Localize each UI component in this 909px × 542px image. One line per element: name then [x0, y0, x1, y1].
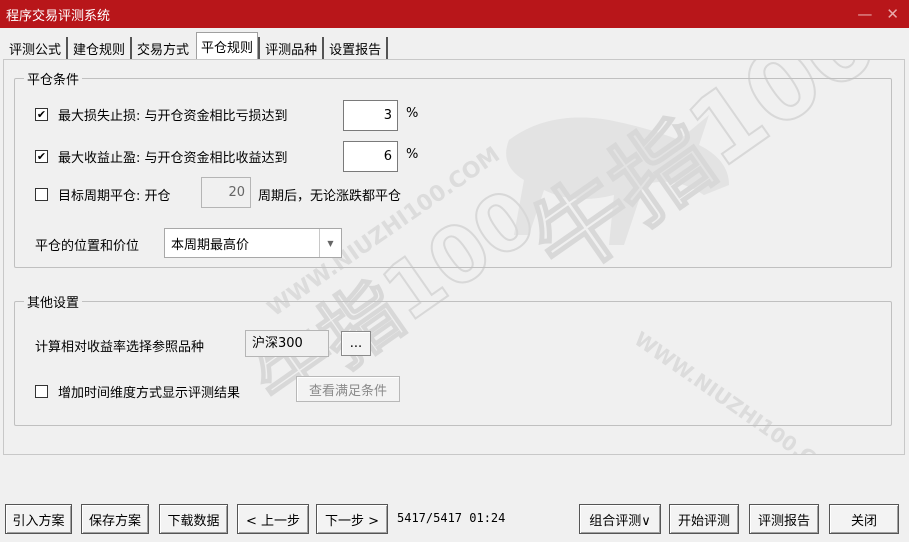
- max-loss-checkbox[interactable]: ✔: [35, 108, 48, 121]
- benchmark-label: 计算相对收益率选择参照品种: [35, 340, 205, 355]
- benchmark-browse-button[interactable]: ...: [341, 331, 371, 356]
- view-conditions-button[interactable]: 查看满足条件: [296, 376, 400, 402]
- next-step-button[interactable]: 下一步 >: [316, 504, 388, 534]
- tab-formula[interactable]: 评测公式: [4, 37, 69, 60]
- target-period-input[interactable]: 20: [201, 177, 251, 208]
- max-gain-input[interactable]: 6: [343, 141, 398, 172]
- time-dimension-label: 增加时间维度方式显示评测结果: [58, 386, 241, 401]
- tab-bar: 评测公式 建仓规则 交易方式 平仓规则 评测品种 设置报告: [0, 30, 909, 60]
- start-eval-button[interactable]: 开始评测: [669, 504, 739, 534]
- window-title: 程序交易评测系统: [6, 8, 111, 24]
- position-price-label: 平仓的位置和价位: [35, 239, 140, 254]
- tab-products[interactable]: 评测品种: [258, 37, 325, 60]
- max-gain-row: ✔ 最大收益止盈: 与开仓资金相比收益达到: [35, 147, 288, 166]
- title-bar: 程序交易评测系统 — ✕: [0, 0, 909, 28]
- minimize-icon[interactable]: —: [857, 6, 872, 22]
- position-price-select[interactable]: 本周期最高价 ▼: [164, 228, 342, 258]
- import-scheme-button[interactable]: 引入方案: [5, 504, 72, 534]
- close-rules-panel: 牛指100 牛指100 WWW.NIUZHI100.COM WWW.NIUZHI…: [3, 59, 905, 455]
- target-period-checkbox[interactable]: [35, 188, 48, 201]
- other-settings-group: [14, 301, 892, 426]
- max-loss-input[interactable]: 3: [343, 100, 398, 131]
- max-loss-label: 最大损失止损: 与开仓资金相比亏损达到: [58, 109, 288, 124]
- tab-close-rules[interactable]: 平仓规则: [196, 32, 259, 60]
- position-price-value: 本周期最高价: [171, 237, 250, 253]
- chevron-down-icon[interactable]: ▼: [319, 229, 341, 257]
- max-gain-unit: %: [406, 147, 419, 162]
- eval-report-button[interactable]: 评测报告: [749, 504, 819, 534]
- download-data-button[interactable]: 下载数据: [159, 504, 228, 534]
- max-gain-checkbox[interactable]: ✔: [35, 150, 48, 163]
- target-period-row: 目标周期平仓: 开仓: [35, 185, 171, 204]
- combo-eval-button[interactable]: 组合评测∨: [579, 504, 661, 534]
- other-settings-title: 其他设置: [24, 292, 83, 311]
- max-loss-unit: %: [406, 106, 419, 121]
- tab-trade-mode[interactable]: 交易方式: [132, 37, 194, 60]
- close-icon[interactable]: ✕: [886, 6, 899, 22]
- time-dimension-checkbox[interactable]: [35, 385, 48, 398]
- target-period-suffix: 周期后，无论涨跌都平仓: [258, 189, 402, 204]
- close-conditions-title: 平仓条件: [24, 69, 83, 88]
- bottom-toolbar: 引入方案 保存方案 下载数据 < 上一步 下一步 > 5417/5417 01:…: [0, 500, 909, 542]
- tab-open-rules[interactable]: 建仓规则: [68, 37, 133, 60]
- progress-status: 5417/5417 01:24: [397, 511, 506, 525]
- save-scheme-button[interactable]: 保存方案: [81, 504, 149, 534]
- time-dimension-row: 增加时间维度方式显示评测结果: [35, 382, 240, 401]
- close-button[interactable]: 关闭: [829, 504, 899, 534]
- target-period-label: 目标周期平仓: 开仓: [58, 189, 171, 204]
- max-gain-label: 最大收益止盈: 与开仓资金相比收益达到: [58, 151, 288, 166]
- max-loss-row: ✔ 最大损失止损: 与开仓资金相比亏损达到: [35, 105, 288, 124]
- prev-step-button[interactable]: < 上一步: [237, 504, 309, 534]
- tab-report-settings[interactable]: 设置报告: [324, 37, 389, 60]
- benchmark-field: 沪深300: [245, 330, 329, 357]
